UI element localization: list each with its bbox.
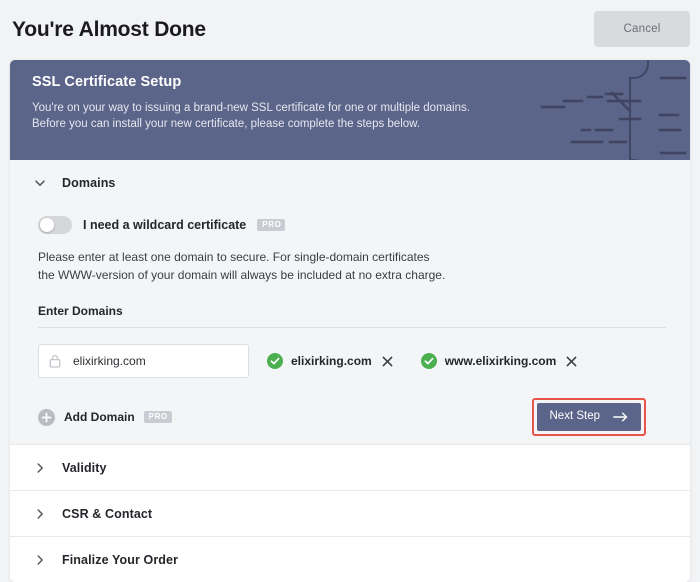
domains-section-title: Domains bbox=[62, 176, 116, 190]
wildcard-pro-badge: PRO bbox=[257, 219, 286, 231]
domain-chip-label: elixirking.com bbox=[291, 354, 372, 368]
page-title: You're Almost Done bbox=[12, 17, 206, 41]
top-bar: You're Almost Done Cancel bbox=[0, 0, 700, 58]
domain-input[interactable] bbox=[38, 344, 249, 378]
wildcard-toggle-row: I need a wildcard certificate PRO bbox=[38, 216, 666, 234]
csr-contact-section-title: CSR & Contact bbox=[62, 506, 153, 521]
domain-input-wrapper bbox=[38, 344, 249, 378]
close-icon[interactable] bbox=[566, 356, 577, 367]
banner-line-2: Before you can install your new certific… bbox=[32, 118, 421, 130]
cancel-button[interactable]: Cancel bbox=[594, 11, 690, 47]
csr-contact-section: CSR & Contact bbox=[10, 490, 690, 536]
arrow-right-icon bbox=[613, 412, 628, 422]
domains-actions-row: Add Domain PRO Next Step bbox=[38, 398, 666, 436]
add-domain-label: Add Domain bbox=[64, 410, 135, 424]
check-circle-icon bbox=[420, 353, 437, 369]
chevron-right-icon bbox=[34, 554, 46, 566]
ssl-setup-card: SSL Certificate Setup You're on your way… bbox=[10, 60, 690, 582]
domain-chip-list: elixirking.com www.elixirking.com bbox=[267, 353, 577, 369]
add-domain-button[interactable]: Add Domain PRO bbox=[38, 408, 172, 426]
domains-section-header[interactable]: Domains bbox=[10, 160, 690, 206]
enter-domains-divider bbox=[38, 327, 666, 328]
validity-section-header[interactable]: Validity bbox=[10, 445, 690, 490]
next-step-highlight: Next Step bbox=[531, 398, 646, 436]
plus-circle-icon bbox=[38, 408, 55, 426]
banner-line-1: You're on your way to issuing a brand-ne… bbox=[32, 102, 470, 114]
domains-helper-line-1: Please enter at least one domain to secu… bbox=[38, 250, 430, 264]
enter-domains-label: Enter Domains bbox=[38, 304, 123, 318]
finalize-order-section-header[interactable]: Finalize Your Order bbox=[10, 537, 690, 582]
chevron-right-icon bbox=[34, 462, 46, 474]
wildcard-toggle[interactable] bbox=[38, 216, 72, 234]
toggle-knob bbox=[40, 218, 54, 232]
wildcard-toggle-label: I need a wildcard certificate bbox=[83, 218, 247, 232]
domains-helper-text: Please enter at least one domain to secu… bbox=[38, 248, 666, 284]
finalize-order-section: Finalize Your Order bbox=[10, 536, 690, 582]
close-icon[interactable] bbox=[382, 356, 393, 367]
chevron-right-icon bbox=[34, 508, 46, 520]
banner-heading: SSL Certificate Setup bbox=[32, 74, 182, 90]
domain-input-row: elixirking.com www.elixirking.com bbox=[38, 344, 666, 378]
csr-contact-section-header[interactable]: CSR & Contact bbox=[10, 491, 690, 536]
domain-chip: www.elixirking.com bbox=[420, 353, 578, 369]
add-domain-pro-badge: PRO bbox=[143, 411, 172, 423]
finalize-order-section-title: Finalize Your Order bbox=[62, 552, 179, 567]
validity-section-title: Validity bbox=[62, 460, 107, 475]
check-circle-icon bbox=[267, 353, 283, 369]
ssl-setup-banner: SSL Certificate Setup You're on your way… bbox=[10, 60, 690, 160]
next-step-label: Next Step bbox=[549, 410, 601, 423]
next-step-button[interactable]: Next Step bbox=[536, 403, 641, 431]
domain-chip-label: www.elixirking.com bbox=[444, 354, 557, 368]
validity-section: Validity bbox=[10, 444, 690, 490]
domains-section: Domains I need a wildcard certificate PR… bbox=[10, 160, 690, 444]
domains-helper-line-2: the WWW-version of your domain will alwa… bbox=[38, 268, 446, 282]
domains-body: I need a wildcard certificate PRO Please… bbox=[10, 206, 690, 436]
chevron-down-icon bbox=[34, 177, 46, 189]
domain-chip: elixirking.com bbox=[267, 353, 393, 369]
